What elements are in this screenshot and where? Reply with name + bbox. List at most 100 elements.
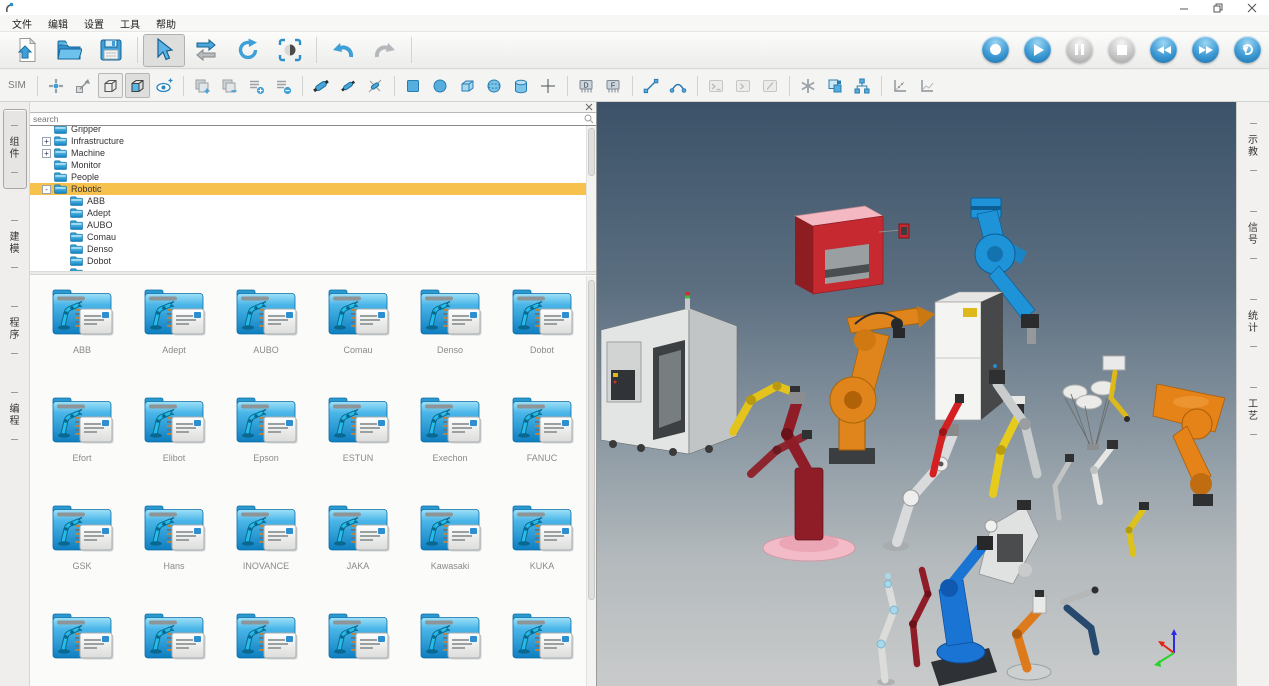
open-file-button[interactable] [48,34,90,67]
snowflake-icon[interactable] [796,73,821,98]
tree-expander-icon[interactable]: + [42,137,51,146]
fast-forward-button[interactable] [1192,36,1219,63]
tree-expander-icon[interactable] [58,233,67,242]
menu-item[interactable]: 文件 [4,14,40,33]
left-panel-tab[interactable]: 编程 [9,385,20,447]
console-run-icon[interactable] [704,73,729,98]
tree-scrollbar[interactable] [586,126,596,271]
record-button[interactable] [982,36,1009,63]
library-folder[interactable]: Epson [220,388,312,496]
scale-tool-icon[interactable] [71,73,96,98]
chart-axes-2-icon[interactable] [915,73,940,98]
library-folder[interactable]: Hans [128,496,220,604]
group-objects-icon[interactable] [823,73,848,98]
library-folder[interactable]: ABB [36,280,128,388]
menu-item[interactable]: 编辑 [40,14,76,33]
library-folder[interactable]: Comau [312,280,404,388]
tree-item[interactable]: Comau [30,231,586,243]
focus-view-button[interactable] [269,34,311,67]
library-folder[interactable]: JAKA [312,496,404,604]
library-folder[interactable]: Denso [404,280,496,388]
chart-axes-1-icon[interactable] [888,73,913,98]
library-folder[interactable]: AUBO [220,280,312,388]
visibility-eye-icon[interactable] [152,73,177,98]
tree-expander-icon[interactable] [58,221,67,230]
draw-arc-icon[interactable] [666,73,691,98]
wireframe-view-icon[interactable] [98,73,123,98]
tree-expander-icon[interactable] [58,257,67,266]
copy-add-icon[interactable] [190,73,215,98]
library-folder[interactable] [404,604,496,686]
library-folder[interactable]: Exechon [404,388,496,496]
encoder-d-icon[interactable]: D [574,73,599,98]
library-folder[interactable]: Kawasaki [404,496,496,604]
tree-expander-icon[interactable] [58,209,67,218]
left-panel-tab[interactable]: 程序 [9,299,20,361]
draw-line-icon[interactable] [639,73,664,98]
tree-expander-icon[interactable] [42,161,51,170]
3d-viewport[interactable] [597,102,1236,686]
library-folder[interactable]: Dobot [496,280,588,388]
tree-item[interactable]: Dobot [30,255,586,267]
restore-button[interactable] [1201,0,1235,15]
library-folder[interactable] [220,604,312,686]
right-panel-tab[interactable]: 工艺 [1248,380,1259,442]
tree-item[interactable]: Monitor [30,159,586,171]
left-panel-tab[interactable]: 建模 [9,213,20,275]
layer-add-icon[interactable] [244,73,269,98]
console-step-icon[interactable] [731,73,756,98]
jog-tool-icon[interactable] [44,73,69,98]
tree-expander-icon[interactable]: - [42,185,51,194]
tree-item[interactable]: - Robotic [30,183,586,195]
copy-remove-icon[interactable] [217,73,242,98]
console-edit-icon[interactable] [758,73,783,98]
play-button[interactable] [1024,36,1051,63]
save-file-button[interactable] [90,34,132,67]
tree-expander-icon[interactable] [42,126,51,134]
tree-expander-icon[interactable]: + [42,149,51,158]
library-folder[interactable] [312,604,404,686]
library-folder[interactable]: ESTUN [312,388,404,496]
new-file-button[interactable] [6,34,48,67]
library-folder[interactable]: KUKA [496,496,588,604]
tree-item[interactable]: + Infrastructure [30,135,586,147]
search-input[interactable] [30,114,582,124]
probe-detach-icon[interactable] [363,73,388,98]
menu-item[interactable]: 工具 [112,14,148,33]
create-point-icon[interactable] [536,73,561,98]
hierarchy-tree-icon[interactable] [850,73,875,98]
create-sphere-icon[interactable] [482,73,507,98]
undo-button[interactable] [322,34,364,67]
tree-item[interactable]: Adept [30,207,586,219]
create-rectangle-icon[interactable] [401,73,426,98]
tree-expander-icon[interactable] [42,173,51,182]
reset-button[interactable] [1234,36,1261,63]
minimize-button[interactable] [1167,0,1201,15]
stop-button[interactable] [1108,36,1135,63]
close-button[interactable] [1235,0,1269,15]
library-folder[interactable]: GSK [36,496,128,604]
close-panel-icon[interactable] [583,102,594,112]
panel-splitter[interactable] [30,272,596,275]
create-circle-icon[interactable] [428,73,453,98]
right-panel-tab[interactable]: 统计 [1248,292,1259,354]
tree-expander-icon[interactable] [58,245,67,254]
left-panel-tab[interactable]: 组件 [3,109,27,189]
rotate-tool-button[interactable] [227,34,269,67]
library-folder[interactable]: Elibot [128,388,220,496]
select-tool-button[interactable] [143,34,185,67]
layer-remove-icon[interactable] [271,73,296,98]
menu-item[interactable]: 帮助 [148,14,184,33]
tree-expander-icon[interactable] [58,197,67,206]
library-folder[interactable]: INOVANCE [220,496,312,604]
library-folder[interactable]: FANUC [496,388,588,496]
tree-item[interactable]: People [30,171,586,183]
translate-tool-button[interactable] [185,34,227,67]
create-cylinder-icon[interactable] [509,73,534,98]
encoder-f-icon[interactable]: F [601,73,626,98]
create-box-icon[interactable] [455,73,480,98]
tree-item[interactable]: Gripper [30,126,586,135]
tree-item[interactable]: AUBO [30,219,586,231]
rewind-button[interactable] [1150,36,1177,63]
library-folder[interactable] [36,604,128,686]
